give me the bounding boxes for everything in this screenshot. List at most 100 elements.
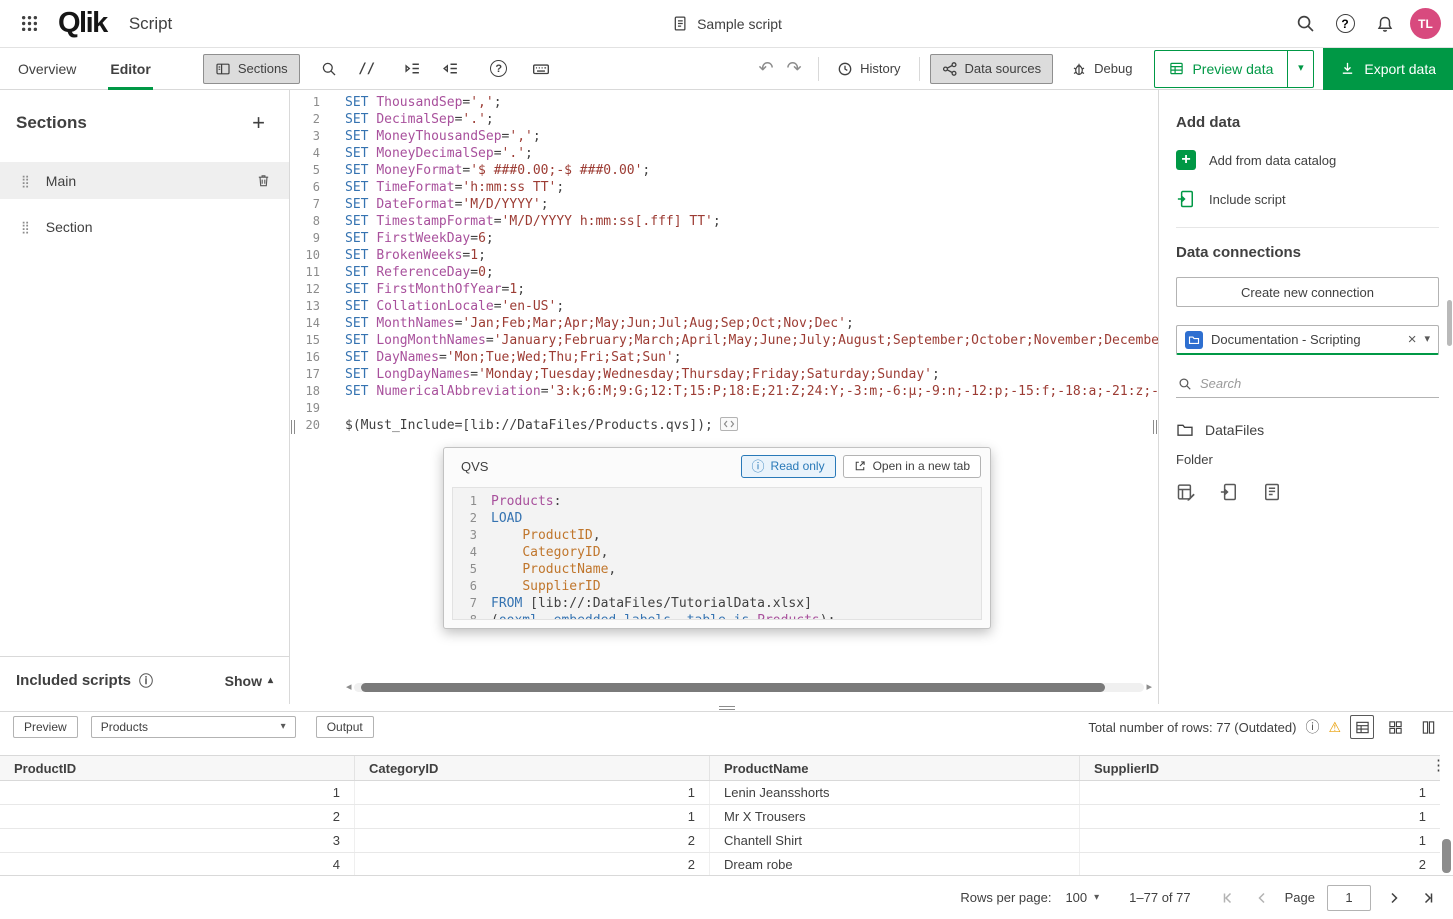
column-header-categoryid[interactable]: CategoryID <box>355 756 710 780</box>
data-sources-button[interactable]: Data sources <box>930 54 1054 84</box>
column-header-productid[interactable]: ProductID <box>0 756 355 780</box>
user-avatar[interactable]: TL <box>1410 8 1441 39</box>
table-scrollbar-thumb[interactable] <box>1442 839 1451 873</box>
delete-section-button[interactable] <box>256 173 271 188</box>
drag-handle-icon[interactable]: ⣿ <box>21 175 30 187</box>
table-view-button[interactable] <box>1350 715 1374 739</box>
code-line[interactable]: 11SET ReferenceDay=0; <box>290 264 1158 281</box>
app-launcher-button[interactable] <box>14 9 44 39</box>
info-icon[interactable]: ⓘ <box>1305 720 1319 734</box>
code-line[interactable]: 9SET FirstWeekDay=6; <box>290 230 1158 247</box>
tab-overview[interactable]: Overview <box>16 48 78 90</box>
history-button[interactable]: History <box>829 54 908 84</box>
output-button[interactable]: Output <box>316 716 374 738</box>
include-script-action-button[interactable] <box>1219 482 1239 502</box>
code-line[interactable]: 19 <box>290 400 1158 417</box>
code-line[interactable]: 13SET CollationLocale='en-US'; <box>290 298 1158 315</box>
code-line[interactable]: 7SET DateFormat='M/D/YYYY'; <box>290 196 1158 213</box>
code-line[interactable]: 2SET DecimalSep='.'; <box>290 111 1158 128</box>
insert-connection-string-button[interactable] <box>1262 482 1282 502</box>
code-line[interactable]: 10SET BrokenWeeks=1; <box>290 247 1158 264</box>
include-preview-icon[interactable] <box>720 417 738 431</box>
include-script-button[interactable]: Include script <box>1176 189 1439 209</box>
scrollbar-thumb[interactable] <box>361 683 1104 692</box>
tab-editor[interactable]: Editor <box>108 48 152 90</box>
table-row[interactable]: 42Dream robe2 <box>0 853 1440 875</box>
card-view-button[interactable] <box>1383 715 1407 739</box>
scroll-right-icon[interactable]: ▸ <box>1146 682 1152 693</box>
preview-data-dropdown-button[interactable]: ▾ <box>1288 50 1314 88</box>
table-row[interactable]: 32Chantell Shirt1 <box>0 829 1440 853</box>
table-row[interactable]: 11Lenin Jeansshorts1 <box>0 781 1440 805</box>
help-button[interactable]: ? <box>1330 9 1360 39</box>
table-menu-button[interactable]: ⋮ <box>1431 758 1446 773</box>
connection-search-input[interactable] <box>1200 376 1437 391</box>
sidebar-item-main[interactable]: ⣿ Main <box>0 162 289 199</box>
sections-toggle-button[interactable]: Sections <box>203 54 300 84</box>
editor-code[interactable]: 1SET ThousandSep=',';2SET DecimalSep='.'… <box>290 94 1158 434</box>
code-line[interactable]: 6 SupplierID <box>453 578 981 595</box>
select-data-button[interactable] <box>1176 482 1196 502</box>
add-section-button[interactable]: + <box>252 112 265 134</box>
show-included-scripts-toggle[interactable]: Show ▴ <box>225 673 273 689</box>
outdent-button[interactable] <box>436 54 466 84</box>
open-new-tab-button[interactable]: Open in a new tab <box>843 455 981 478</box>
export-data-button[interactable]: Export data <box>1323 48 1453 90</box>
code-line[interactable]: 3SET MoneyThousandSep=','; <box>290 128 1158 145</box>
panel-resize-handle[interactable] <box>1153 420 1157 434</box>
column-view-button[interactable] <box>1416 715 1440 739</box>
code-line[interactable]: 4 CategoryID, <box>453 544 981 561</box>
splitter-handle[interactable] <box>719 706 735 710</box>
code-line[interactable]: 2LOAD <box>453 510 981 527</box>
code-line[interactable]: 3 ProductID, <box>453 527 981 544</box>
column-header-supplierid[interactable]: SupplierID <box>1080 756 1440 780</box>
indent-button[interactable] <box>398 54 428 84</box>
code-line[interactable]: 20$(Must_Include=[lib://DataFiles/Produc… <box>290 417 1158 434</box>
table-selector[interactable]: Products ▾ <box>91 716 296 738</box>
read-only-badge[interactable]: ⓘ Read only <box>741 455 836 478</box>
code-line[interactable]: 15SET LongMonthNames='January;February;M… <box>290 332 1158 349</box>
code-line[interactable]: 5 ProductName, <box>453 561 981 578</box>
rows-per-page-select[interactable]: 100 ▾ <box>1061 887 1103 908</box>
notifications-button[interactable] <box>1370 9 1400 39</box>
page-number-input[interactable] <box>1327 885 1371 911</box>
debug-button[interactable]: Debug <box>1063 54 1140 84</box>
code-line[interactable]: 8(ooxml, embedded labels, table is Produ… <box>453 612 981 620</box>
preview-button[interactable]: Preview <box>13 716 78 738</box>
code-line[interactable]: 18SET NumericalAbbreviation='3:k;6:M;9:G… <box>290 383 1158 400</box>
script-editor[interactable]: 1SET ThousandSep=',';2SET DecimalSep='.'… <box>290 90 1158 704</box>
last-page-button[interactable] <box>1417 887 1439 909</box>
panel-resize-handle[interactable] <box>291 420 295 434</box>
create-connection-button[interactable]: Create new connection <box>1176 277 1439 307</box>
code-line[interactable]: 6SET TimeFormat='h:mm:ss TT'; <box>290 179 1158 196</box>
chevron-down-icon[interactable]: ▾ <box>1424 334 1430 345</box>
next-page-button[interactable] <box>1383 887 1405 909</box>
sidebar-item-section[interactable]: ⣿ Section <box>0 208 289 245</box>
redo-button[interactable]: ↷ <box>780 58 808 79</box>
drag-handle-icon[interactable]: ⣿ <box>21 221 30 233</box>
scroll-left-icon[interactable]: ◂ <box>346 682 352 693</box>
connection-item-datafiles[interactable]: DataFiles <box>1176 421 1439 439</box>
add-from-catalog-button[interactable]: + Add from data catalog <box>1176 150 1439 170</box>
previous-page-button[interactable] <box>1251 887 1273 909</box>
comment-button[interactable]: // <box>352 54 382 84</box>
find-replace-button[interactable] <box>314 54 344 84</box>
editor-horizontal-scrollbar[interactable]: ◂ ▸ <box>346 682 1152 693</box>
code-line[interactable]: 14SET MonthNames='Jan;Feb;Mar;Apr;May;Ju… <box>290 315 1158 332</box>
clear-connection-icon[interactable]: × <box>1408 332 1417 347</box>
panel-scrollbar-thumb[interactable] <box>1447 300 1452 346</box>
keyboard-shortcuts-button[interactable] <box>526 54 556 84</box>
code-line[interactable]: 8SET TimestampFormat='M/D/YYYY h:mm:ss[.… <box>290 213 1158 230</box>
code-line[interactable]: 7FROM [lib://:DataFiles/TutorialData.xls… <box>453 595 981 612</box>
scrollbar-track[interactable] <box>354 683 1145 692</box>
code-line[interactable]: 5SET MoneyFormat='$ ###0.00;-$ ###0.00'; <box>290 162 1158 179</box>
table-row[interactable]: 21Mr X Trousers1 <box>0 805 1440 829</box>
code-line[interactable]: 12SET FirstMonthOfYear=1; <box>290 281 1158 298</box>
undo-button[interactable]: ↶ <box>752 58 780 79</box>
code-line[interactable]: 1SET ThousandSep=','; <box>290 94 1158 111</box>
syntax-help-button[interactable]: ? <box>484 54 514 84</box>
code-line[interactable]: 16SET DayNames='Mon;Tue;Wed;Thu;Fri;Sat;… <box>290 349 1158 366</box>
code-line[interactable]: 4SET MoneyDecimalSep='.'; <box>290 145 1158 162</box>
connection-select[interactable]: Documentation - Scripting × ▾ <box>1176 325 1439 355</box>
code-line[interactable]: 17SET LongDayNames='Monday;Tuesday;Wedne… <box>290 366 1158 383</box>
